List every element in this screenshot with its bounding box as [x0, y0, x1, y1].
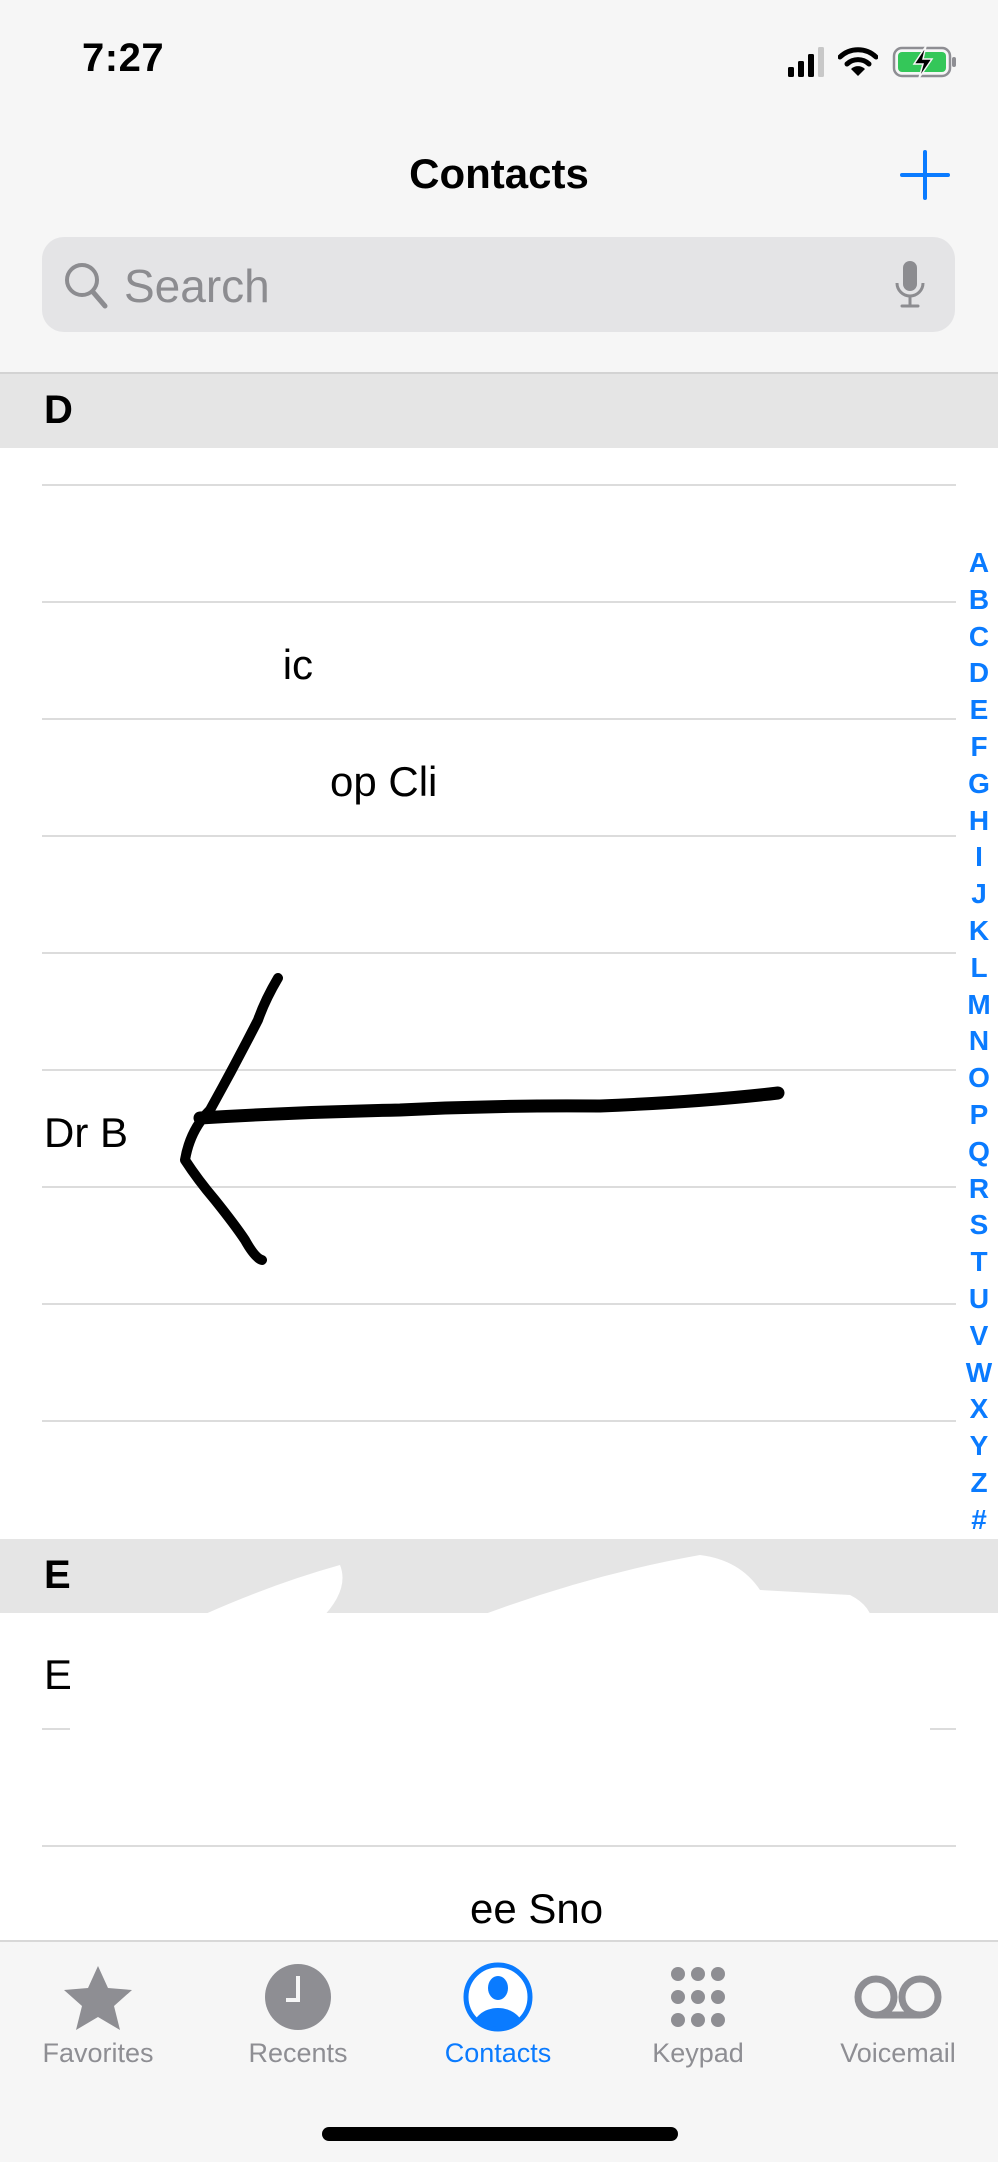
- contact-row[interactable]: [0, 837, 960, 954]
- person-circle-icon: [463, 1962, 533, 2032]
- status-time: 7:27: [82, 36, 165, 80]
- index-letter[interactable]: R: [969, 1171, 989, 1208]
- index-letter[interactable]: #: [971, 1502, 987, 1539]
- tab-label: Recents: [248, 2038, 348, 2068]
- cellular-signal-icon: [788, 47, 824, 77]
- tab-keypad[interactable]: Keypad: [603, 1962, 793, 2082]
- index-letter[interactable]: E: [970, 692, 989, 729]
- home-indicator[interactable]: [322, 2127, 678, 2141]
- contact-row[interactable]: [0, 1305, 960, 1422]
- contact-row[interactable]: [0, 486, 960, 603]
- index-letter[interactable]: I: [975, 839, 983, 876]
- keypad-icon: [671, 1967, 725, 2027]
- microphone-icon[interactable]: [893, 259, 927, 311]
- index-letter[interactable]: N: [969, 1023, 989, 1060]
- index-letter[interactable]: G: [968, 766, 990, 803]
- index-letter[interactable]: Z: [970, 1465, 987, 1502]
- page-title: Contacts: [409, 150, 589, 197]
- tab-contacts[interactable]: Contacts: [403, 1962, 593, 2082]
- index-letter[interactable]: V: [970, 1318, 989, 1355]
- index-letter[interactable]: O: [968, 1060, 990, 1097]
- contact-name: Dr B: [44, 1109, 128, 1156]
- tab-label: Contacts: [444, 2038, 552, 2068]
- tab-voicemail[interactable]: Voicemail: [803, 1962, 993, 2082]
- clock-icon: [265, 1964, 331, 2030]
- tab-bar: Favorites Recents Contacts Keypad Voicem…: [0, 1940, 998, 2162]
- contact-row[interactable]: E: [0, 1613, 960, 1730]
- contact-name: inic: [250, 641, 314, 688]
- section-header-e: E: [0, 1539, 998, 1613]
- alphabet-index[interactable]: A B C D E F G H I J K L M N O P Q R S T U V W X Y Z #: [960, 545, 998, 1539]
- index-letter[interactable]: L: [970, 950, 987, 987]
- add-contact-button[interactable]: [900, 150, 950, 200]
- index-letter[interactable]: T: [970, 1244, 987, 1281]
- section-letter: E: [44, 1553, 71, 1597]
- contact-name: E: [44, 1651, 73, 1698]
- tab-favorites[interactable]: Favorites: [3, 1962, 193, 2082]
- index-letter[interactable]: K: [969, 913, 989, 950]
- index-letter[interactable]: D: [969, 655, 989, 692]
- index-letter[interactable]: S: [970, 1207, 989, 1244]
- tab-label: Favorites: [42, 2038, 154, 2068]
- contact-name: op Cli: [330, 758, 438, 805]
- search-bar[interactable]: [42, 237, 955, 332]
- index-letter[interactable]: Y: [970, 1428, 989, 1465]
- index-letter[interactable]: H: [969, 803, 989, 840]
- index-letter[interactable]: P: [970, 1097, 989, 1134]
- tab-recents[interactable]: Recents: [203, 1962, 393, 2082]
- search-icon: [65, 263, 108, 309]
- index-letter[interactable]: M: [967, 987, 990, 1024]
- contact-row[interactable]: [0, 1188, 960, 1305]
- index-letter[interactable]: W: [966, 1355, 992, 1392]
- contact-row[interactable]: [0, 1422, 960, 1539]
- index-letter[interactable]: F: [970, 729, 987, 766]
- plus-icon: [900, 150, 950, 200]
- contact-row[interactable]: op Cli: [0, 720, 960, 837]
- tab-label: Voicemail: [840, 2038, 956, 2068]
- battery-charging-icon: [892, 45, 956, 79]
- index-letter[interactable]: Q: [968, 1134, 990, 1171]
- voicemail-icon: [854, 1975, 942, 2019]
- contact-name: ee Sno: [470, 1885, 604, 1932]
- contact-row[interactable]: inic: [0, 603, 960, 720]
- index-letter[interactable]: C: [969, 619, 989, 656]
- star-icon: [64, 1966, 132, 2030]
- status-icons: [788, 44, 958, 80]
- top-area: 7:27 Contacts: [0, 0, 998, 374]
- contact-row[interactable]: [0, 954, 960, 1071]
- index-letter[interactable]: X: [970, 1391, 989, 1428]
- wifi-icon: [838, 47, 878, 76]
- contact-row[interactable]: Dr B: [0, 1071, 960, 1188]
- contact-row[interactable]: [0, 369, 960, 486]
- index-letter[interactable]: U: [969, 1281, 989, 1318]
- index-letter[interactable]: A: [969, 545, 989, 582]
- search-input[interactable]: [122, 247, 906, 324]
- index-letter[interactable]: J: [971, 876, 987, 913]
- index-letter[interactable]: B: [969, 582, 989, 619]
- tab-label: Keypad: [652, 2038, 744, 2068]
- contact-row[interactable]: [0, 1730, 960, 1847]
